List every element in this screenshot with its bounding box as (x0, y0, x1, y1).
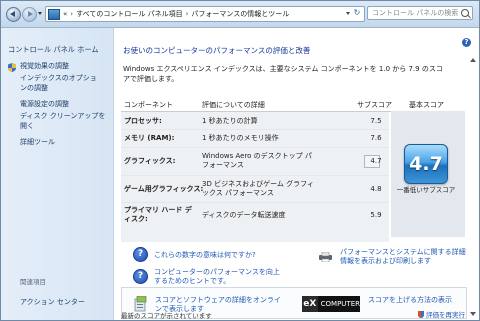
row-divider (121, 147, 389, 148)
breadcrumb-separator-icon: › (70, 10, 74, 18)
navigation-toolbar: « › すべてのコントロール パネル項目 › パフォーマンスの情報とツール ↻ … (1, 1, 479, 28)
component-label: プライマリ ハード ディスク: (124, 206, 192, 223)
help-icon[interactable]: ? (462, 38, 471, 47)
component-label: メモリ (RAM): (124, 134, 175, 142)
action-center-link[interactable]: アクション センター (20, 297, 85, 307)
component-desc: 1 秒あたりのメモリ操作 (202, 134, 279, 142)
subscore-value: 7.6 (370, 134, 382, 142)
row-divider (121, 129, 389, 130)
improve-tips-link[interactable]: コンピューターのパフォーマンスを向上するためのヒントです。 (154, 268, 284, 286)
header-base-score: 基本スコア (409, 101, 444, 109)
component-desc: 3D ビジネスおよびゲーム グラフィックス パフォーマンス (202, 180, 314, 197)
rerun-assessment-button[interactable]: 評価を再実行 (418, 309, 465, 319)
component-label: グラフィックス: (124, 157, 176, 165)
score-table: コンポーネント 評価についての詳細 サブスコア 基本スコア プロセッサ: 1 秒… (121, 97, 465, 243)
search-placeholder: コントロール パネルの検索 (372, 9, 459, 17)
refresh-icon[interactable]: ↻ (352, 8, 362, 18)
control-panel-icon (48, 8, 60, 20)
subscore-value: 4.8 (370, 185, 382, 193)
sidebar-item-indexing-options[interactable]: インデックスのオプションの調整 (20, 73, 100, 93)
header-rating: 評価についての詳細 (202, 101, 265, 109)
question-icon: ? (133, 247, 148, 262)
sidebar-item-disk-cleanup[interactable]: ディスク クリーンアップを開く (20, 111, 106, 131)
scroll-up-icon[interactable] (470, 58, 476, 62)
component-desc: ディスクのデータ転送速度 (202, 211, 286, 219)
row-divider (121, 175, 389, 176)
see-also-heading: 関連項目 (20, 278, 46, 286)
print-details-link[interactable]: パフォーマンスとシステムに関する詳細情報を表示および印刷します (340, 248, 470, 266)
table-header: コンポーネント 評価についての詳細 サブスコア 基本スコア (121, 97, 465, 112)
subscore-value: 5.9 (370, 211, 382, 219)
sidebar: コントロール パネル ホーム 視覚効果の調整 インデックスのオプションの調整 電… (1, 28, 114, 320)
meaning-link[interactable]: これらの数字の意味は何ですか? (154, 251, 256, 260)
back-button[interactable] (6, 7, 21, 22)
sidebar-item-advanced-tools[interactable]: 詳細ツール (20, 137, 110, 147)
sidebar-home-link[interactable]: コントロール パネル ホーム (8, 45, 99, 55)
scroll-down-icon[interactable] (470, 312, 476, 316)
window: « › すべてのコントロール パネル項目 › パフォーマンスの情報とツール ↻ … (0, 0, 480, 321)
recent-pages-chevron-down-icon[interactable] (38, 12, 42, 15)
uac-shield-icon (8, 63, 16, 72)
base-score-badge: 4.7 (404, 144, 448, 184)
printer-icon (319, 252, 332, 262)
footer-status: 最新のスコアが示されています (121, 312, 212, 320)
breadcrumb-performance[interactable]: パフォーマンスの情報とツール (191, 9, 289, 19)
base-score-caption: 一番低いサブスコア (396, 186, 456, 194)
row-divider (121, 202, 389, 203)
uac-shield-icon (418, 311, 424, 318)
component-desc: Windows Aero のデスクトップ パフォーマンス (202, 152, 312, 169)
breadcrumb-all-items[interactable]: すべてのコントロール パネル項目 (76, 9, 182, 19)
page-title: お使いのコンピューターのパフォーマンスの評価と改善 (123, 46, 311, 55)
sidebar-item-visual-effects[interactable]: 視覚効果の調整 (20, 61, 110, 71)
forward-arrow-icon (28, 11, 33, 17)
subscore-value: 4.7 (370, 157, 382, 165)
search-icon[interactable] (461, 9, 469, 17)
back-arrow-icon (10, 11, 15, 17)
question-icon: ? (133, 269, 148, 284)
header-subscore: サブスコア (357, 101, 392, 109)
address-overflow[interactable]: « (63, 10, 67, 18)
component-label: ゲーム用グラフィックス: (124, 185, 204, 193)
search-input[interactable]: コントロール パネルの検索 (367, 6, 473, 20)
forward-button[interactable] (22, 7, 37, 22)
subscore-value: 7.5 (370, 117, 382, 125)
intro-text: Windows エクスペリエンス インデックスは、主要なシステム コンポーネント… (123, 65, 443, 83)
component-label: プロセッサ: (124, 117, 162, 125)
component-desc: 1 秒あたりの計算 (202, 117, 258, 125)
header-component: コンポーネント (124, 101, 173, 109)
address-dropdown-icon[interactable] (346, 12, 350, 15)
address-bar[interactable]: « › すべてのコントロール パネル項目 › パフォーマンスの情報とツール ↻ (45, 6, 365, 22)
breadcrumb-separator-icon: › (185, 10, 189, 18)
rerun-label: 評価を再実行 (426, 311, 465, 319)
brand-label: COMPUTER (320, 300, 360, 308)
sidebar-item-power-settings[interactable]: 電源設定の調整 (20, 99, 110, 109)
raise-score-link[interactable]: スコアを上げる方法の表示 (368, 296, 452, 305)
main-content: ? お使いのコンピューターのパフォーマンスの評価と改善 Windows エクスペ… (114, 28, 479, 320)
